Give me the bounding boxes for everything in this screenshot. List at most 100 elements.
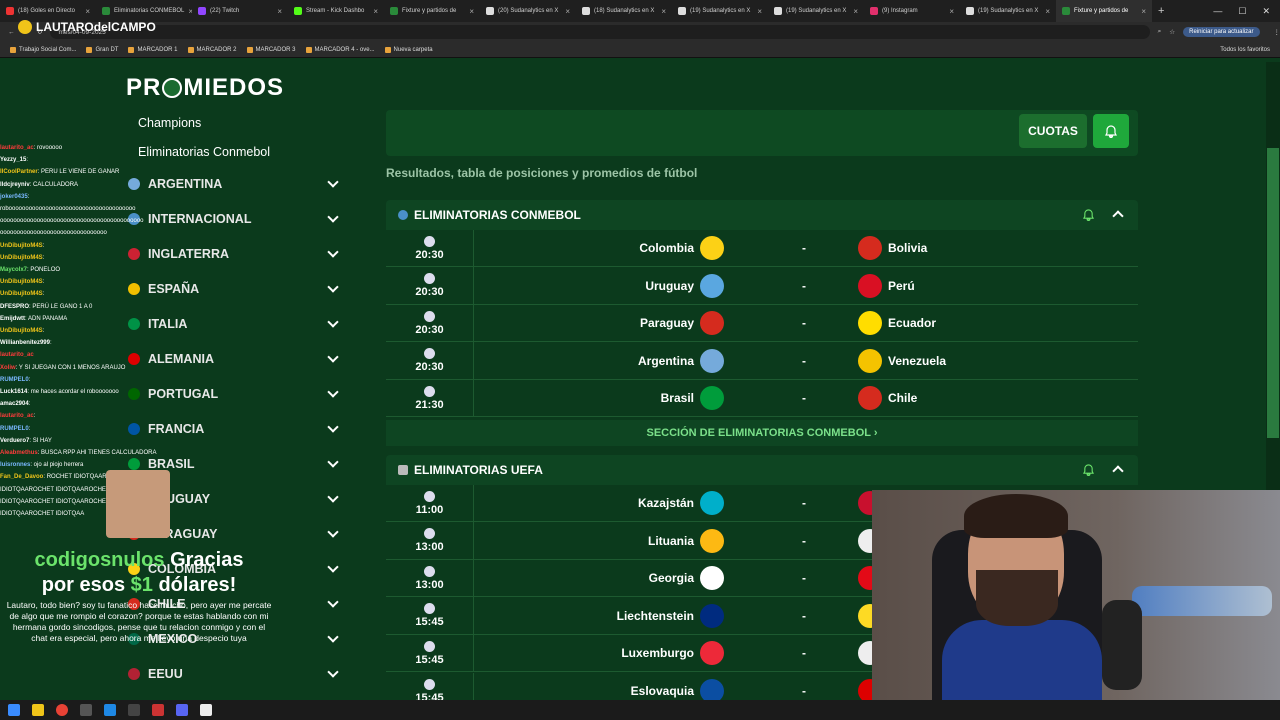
nav-link-champions[interactable]: Champions xyxy=(138,116,201,130)
chevron-down-icon[interactable] xyxy=(327,351,339,363)
bookmark-item[interactable]: Gran DT xyxy=(86,46,118,53)
close-tab-icon[interactable]: × xyxy=(757,7,762,16)
windows-start-icon[interactable] xyxy=(8,704,20,716)
chat-username: Fan_De_Davoo xyxy=(0,474,44,481)
browser-tab[interactable]: Stream - Kick Dashbo × xyxy=(288,0,384,22)
menu-icon[interactable]: ⋮ xyxy=(1274,28,1280,36)
sidebar-item[interactable]: EEUU xyxy=(128,659,343,689)
bell-icon[interactable] xyxy=(1083,464,1094,476)
url-input[interactable]: mes/04-09-2025 xyxy=(50,25,1150,39)
bookmark-item[interactable]: Trabajo Social Com... xyxy=(10,46,76,53)
app-icon[interactable] xyxy=(80,704,92,716)
chrome-icon[interactable] xyxy=(56,704,68,716)
browser-tab[interactable]: Fixture y partidos de × xyxy=(384,0,480,22)
chevron-down-icon[interactable] xyxy=(327,526,339,538)
close-window-icon[interactable]: ✕ xyxy=(1262,6,1270,17)
chevron-down-icon[interactable] xyxy=(327,211,339,223)
close-tab-icon[interactable]: × xyxy=(373,7,378,16)
bell-icon[interactable] xyxy=(1083,209,1094,221)
close-tab-icon[interactable]: × xyxy=(277,7,282,16)
browser-tab[interactable]: (20) Sudanalytics en X × xyxy=(480,0,576,22)
zoom-icon[interactable]: ⌕ xyxy=(1158,28,1162,36)
browser-tab[interactable]: (19) Sudanalytics en X × xyxy=(672,0,768,22)
update-button[interactable]: Reiniciar para actualizar xyxy=(1183,27,1260,37)
all-bookmarks[interactable]: Todos los favoritos xyxy=(1220,47,1270,53)
back-icon[interactable]: ← xyxy=(8,29,15,36)
away-team: Bolivia xyxy=(858,236,927,260)
chevron-up-icon[interactable] xyxy=(1112,465,1124,477)
bookmark-item[interactable]: MARCADOR 2 xyxy=(187,46,237,53)
app-icon[interactable] xyxy=(104,704,116,716)
new-tab-button[interactable]: + xyxy=(1152,5,1170,17)
browser-tab[interactable]: (18) Sudanalytics en X × xyxy=(576,0,672,22)
chevron-down-icon[interactable] xyxy=(327,176,339,188)
chat-message: luisronnes: ojo al piojo herrera xyxy=(0,459,200,471)
chevron-down-icon[interactable] xyxy=(327,561,339,573)
chevron-down-icon[interactable] xyxy=(327,281,339,293)
section-link-conmebol[interactable]: SECCIÓN DE ELIMINATORIAS CONMEBOL › xyxy=(386,420,1138,446)
minimize-icon[interactable]: — xyxy=(1213,6,1222,17)
close-tab-icon[interactable]: × xyxy=(469,7,474,16)
bookmark-item[interactable]: MARCADOR 1 xyxy=(128,46,178,53)
bookmark-item[interactable]: MARCADOR 3 xyxy=(246,46,296,53)
chat-text: : xyxy=(49,340,52,347)
browser-tabbar: (18) Goles en Directo × Eliminatorias CONM… xyxy=(0,0,1280,22)
app-icon[interactable] xyxy=(152,704,164,716)
section-header-uefa[interactable]: ELIMINATORIAS UEFA xyxy=(386,455,1138,485)
close-tab-icon[interactable]: × xyxy=(661,7,666,16)
bookmark-item[interactable]: Nueva carpeta xyxy=(384,46,433,53)
browser-tab[interactable]: Fixture y partidos de × xyxy=(1056,0,1152,22)
chevron-down-icon[interactable] xyxy=(327,666,339,678)
cuotas-button[interactable]: CUOTAS xyxy=(1019,114,1087,148)
home-team: Brasil xyxy=(660,386,724,411)
chat-message: Xoliw: Y SI JUEGAN CON 1 MENOS ARAUJO xyxy=(0,362,200,374)
tab-label: (22) Twitch xyxy=(210,8,240,14)
chat-message: IDIOTQAAROCHET IDIOTQAAROCHET xyxy=(0,496,200,508)
chevron-down-icon[interactable] xyxy=(327,246,339,258)
file-explorer-icon[interactable] xyxy=(32,704,44,716)
match-row[interactable]: 21:30 Brasil - Chile xyxy=(386,379,1138,418)
site-logo[interactable]: PR MIEDOS xyxy=(126,74,284,102)
maximize-icon[interactable]: ☐ xyxy=(1238,6,1246,17)
browser-tab[interactable]: (9) Instagram × xyxy=(864,0,960,22)
bookmark-item[interactable]: MARCADOR 4 - ove... xyxy=(305,46,375,53)
match-row[interactable]: 20:30 Argentina - Venezuela xyxy=(386,342,1138,380)
chevron-down-icon[interactable] xyxy=(327,596,339,608)
app-icon[interactable] xyxy=(200,704,212,716)
close-tab-icon[interactable]: × xyxy=(1141,7,1146,16)
browser-tab[interactable]: Eliminatorias CONMEBOL × xyxy=(96,0,192,22)
home-team-name: Luxemburgo xyxy=(621,646,694,661)
chat-username: Emijdwtt xyxy=(0,315,25,322)
chevron-down-icon[interactable] xyxy=(327,421,339,433)
scrollbar-thumb[interactable] xyxy=(1267,148,1279,438)
section-header-conmebol[interactable]: ELIMINATORIAS CONMEBOL xyxy=(386,200,1138,230)
app-icon[interactable] xyxy=(128,704,140,716)
chevron-up-icon[interactable] xyxy=(1112,210,1124,222)
chat-message: lautarito_ac xyxy=(0,349,200,361)
match-row[interactable]: 20:30 Colombia - Bolivia xyxy=(386,229,1138,267)
chevron-down-icon[interactable] xyxy=(327,316,339,328)
match-row[interactable]: 20:30 Paraguay - Ecuador xyxy=(386,304,1138,343)
chevron-down-icon[interactable] xyxy=(327,456,339,468)
browser-tab[interactable]: (22) Twitch × xyxy=(192,0,288,22)
browser-tab[interactable]: (19) Sudanalytics en X × xyxy=(768,0,864,22)
home-team-name: Brasil xyxy=(660,391,694,406)
close-tab-icon[interactable]: × xyxy=(1045,7,1050,16)
discord-icon[interactable] xyxy=(176,704,188,716)
chevron-down-icon[interactable] xyxy=(327,386,339,398)
home-team-name: Kazajstán xyxy=(637,496,694,510)
close-tab-icon[interactable]: × xyxy=(853,7,858,16)
home-flag-icon xyxy=(700,348,724,373)
star-icon[interactable]: ☆ xyxy=(1169,28,1175,36)
notifications-button[interactable] xyxy=(1093,114,1129,148)
match-row[interactable]: 20:30 Uruguay - Perú xyxy=(386,267,1138,305)
chevron-down-icon[interactable] xyxy=(327,491,339,503)
close-tab-icon[interactable]: × xyxy=(949,7,954,16)
browser-tab[interactable]: (19) Sudanalytics en X × xyxy=(960,0,1056,22)
close-tab-icon[interactable]: × xyxy=(85,7,90,16)
close-tab-icon[interactable]: × xyxy=(565,7,570,16)
chevron-down-icon[interactable] xyxy=(327,631,339,643)
home-team-name: Liechtenstein xyxy=(616,608,694,623)
browser-tab[interactable]: (18) Goles en Directo × xyxy=(0,0,96,22)
favicon-icon xyxy=(774,7,782,15)
